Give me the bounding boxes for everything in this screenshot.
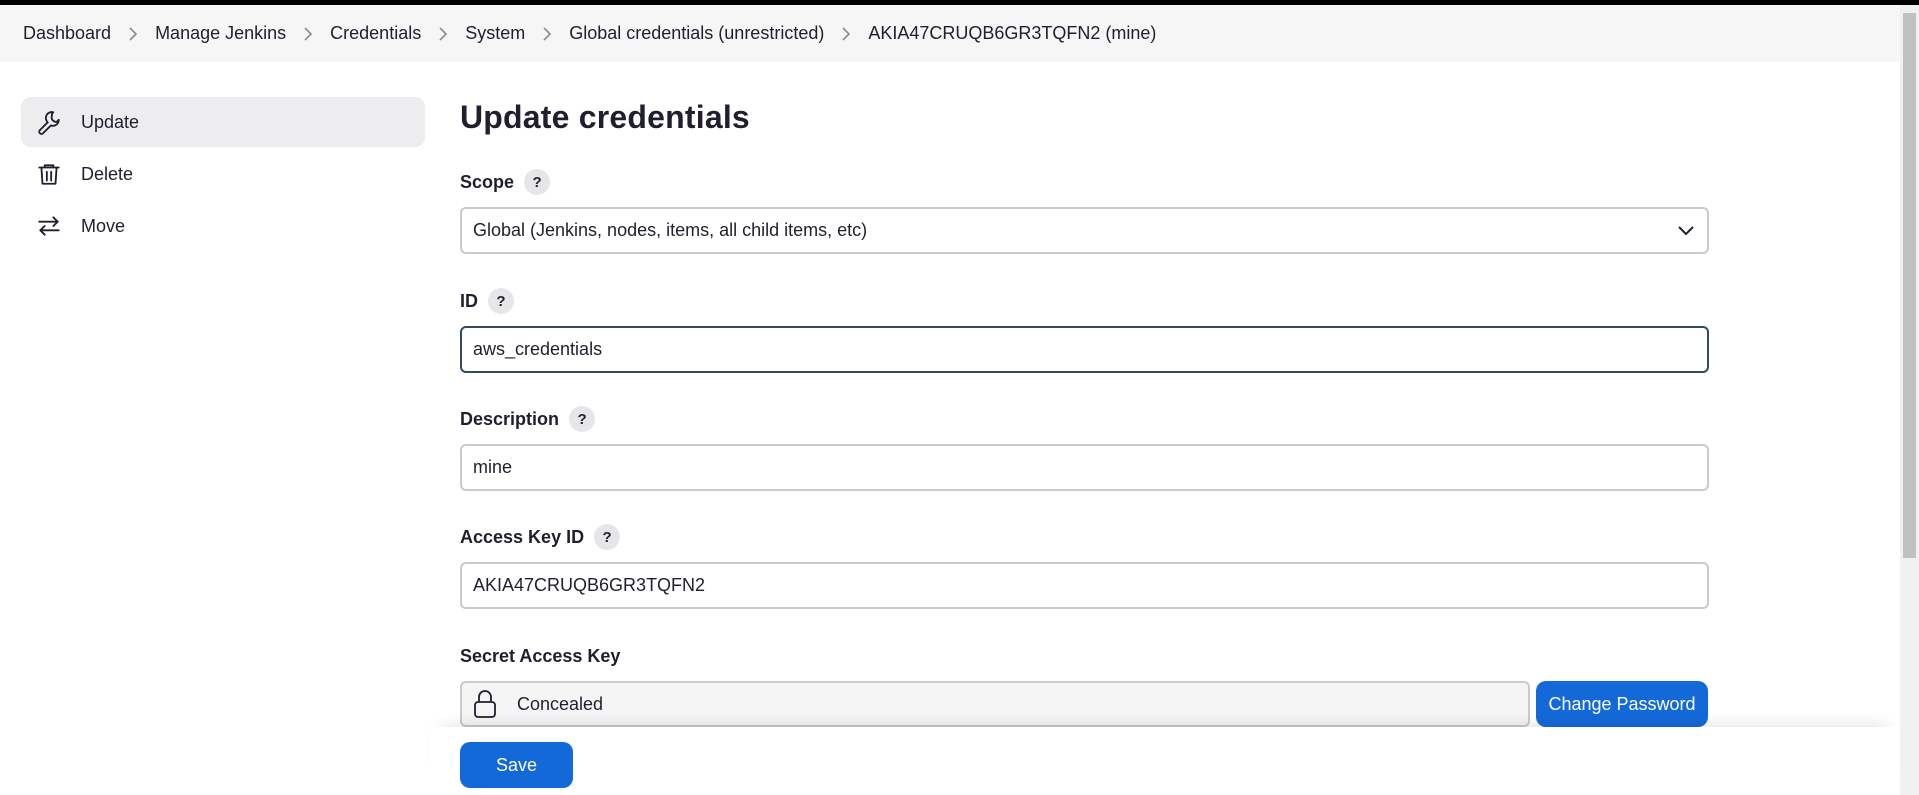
- breadcrumb-current-credential[interactable]: AKIA47CRUQB6GR3TQFN2 (mine): [868, 23, 1156, 44]
- breadcrumb-credentials[interactable]: Credentials: [330, 23, 421, 44]
- breadcrumb-global-credentials[interactable]: Global credentials (unrestricted): [569, 23, 824, 44]
- sidebar-item-delete[interactable]: Delete: [21, 149, 425, 199]
- secret-key-concealed-field: Concealed: [460, 681, 1530, 727]
- chevron-right-icon: [824, 26, 868, 41]
- secret-key-label: Secret Access Key: [460, 645, 621, 666]
- id-input[interactable]: aws_credentials: [460, 326, 1709, 373]
- description-input[interactable]: mine: [460, 444, 1709, 491]
- breadcrumb-system[interactable]: System: [465, 23, 525, 44]
- scope-label: Scope: [460, 171, 515, 192]
- access-key-field: Access Key ID ? AKIA47CRUQB6GR3TQFN2: [460, 522, 1709, 609]
- access-key-input[interactable]: AKIA47CRUQB6GR3TQFN2: [460, 562, 1709, 609]
- page-title: Update credentials: [460, 99, 750, 135]
- description-field: Description ? mine: [460, 404, 1709, 491]
- chevron-right-icon: [525, 26, 569, 41]
- sidebar: Update Delete Move: [21, 97, 425, 253]
- chevron-right-icon: [421, 26, 465, 41]
- breadcrumb-manage-jenkins[interactable]: Manage Jenkins: [155, 23, 286, 44]
- secret-key-field: Secret Access Key Concealed Change Passw…: [460, 641, 1709, 727]
- sidebar-item-label: Move: [81, 215, 126, 236]
- save-button[interactable]: Save: [460, 742, 573, 788]
- access-key-help-icon[interactable]: ?: [594, 524, 621, 550]
- sidebar-item-update[interactable]: Update: [21, 97, 425, 147]
- scope-select[interactable]: Global (Jenkins, nodes, items, all child…: [460, 207, 1709, 254]
- id-field: ID ? aws_credentials: [460, 286, 1709, 373]
- main-content: Update credentials Scope ? Global (Jenki…: [460, 95, 1710, 727]
- secret-key-concealed-text: Concealed: [517, 693, 604, 714]
- id-help-icon[interactable]: ?: [488, 288, 514, 314]
- form-footer: Save: [430, 727, 1900, 795]
- scope-selected-value: Global (Jenkins, nodes, items, all child…: [473, 220, 868, 240]
- breadcrumb-dashboard[interactable]: Dashboard: [23, 23, 111, 44]
- trash-icon: [35, 160, 63, 188]
- scrollbar[interactable]: [1900, 5, 1919, 795]
- sidebar-item-label: Delete: [81, 163, 134, 184]
- lock-icon: [473, 689, 499, 719]
- breadcrumb: Dashboard Manage Jenkins Credentials Sys…: [0, 5, 1900, 62]
- wrench-icon: [35, 108, 63, 136]
- chevron-right-icon: [111, 26, 155, 41]
- arrows-swap-icon: [35, 212, 63, 240]
- description-label: Description: [460, 408, 560, 429]
- description-help-icon[interactable]: ?: [569, 406, 596, 432]
- access-key-label: Access Key ID: [460, 526, 585, 547]
- scrollbar-thumb[interactable]: [1903, 13, 1916, 558]
- chevron-right-icon: [286, 26, 330, 41]
- scope-field: Scope ? Global (Jenkins, nodes, items, a…: [460, 167, 1709, 254]
- scope-help-icon[interactable]: ?: [524, 169, 551, 195]
- change-password-button[interactable]: Change Password: [1536, 681, 1708, 727]
- sidebar-item-label: Update: [81, 111, 140, 132]
- sidebar-item-move[interactable]: Move: [21, 201, 425, 251]
- id-label: ID: [460, 290, 478, 311]
- chevron-down-icon: [1678, 225, 1694, 235]
